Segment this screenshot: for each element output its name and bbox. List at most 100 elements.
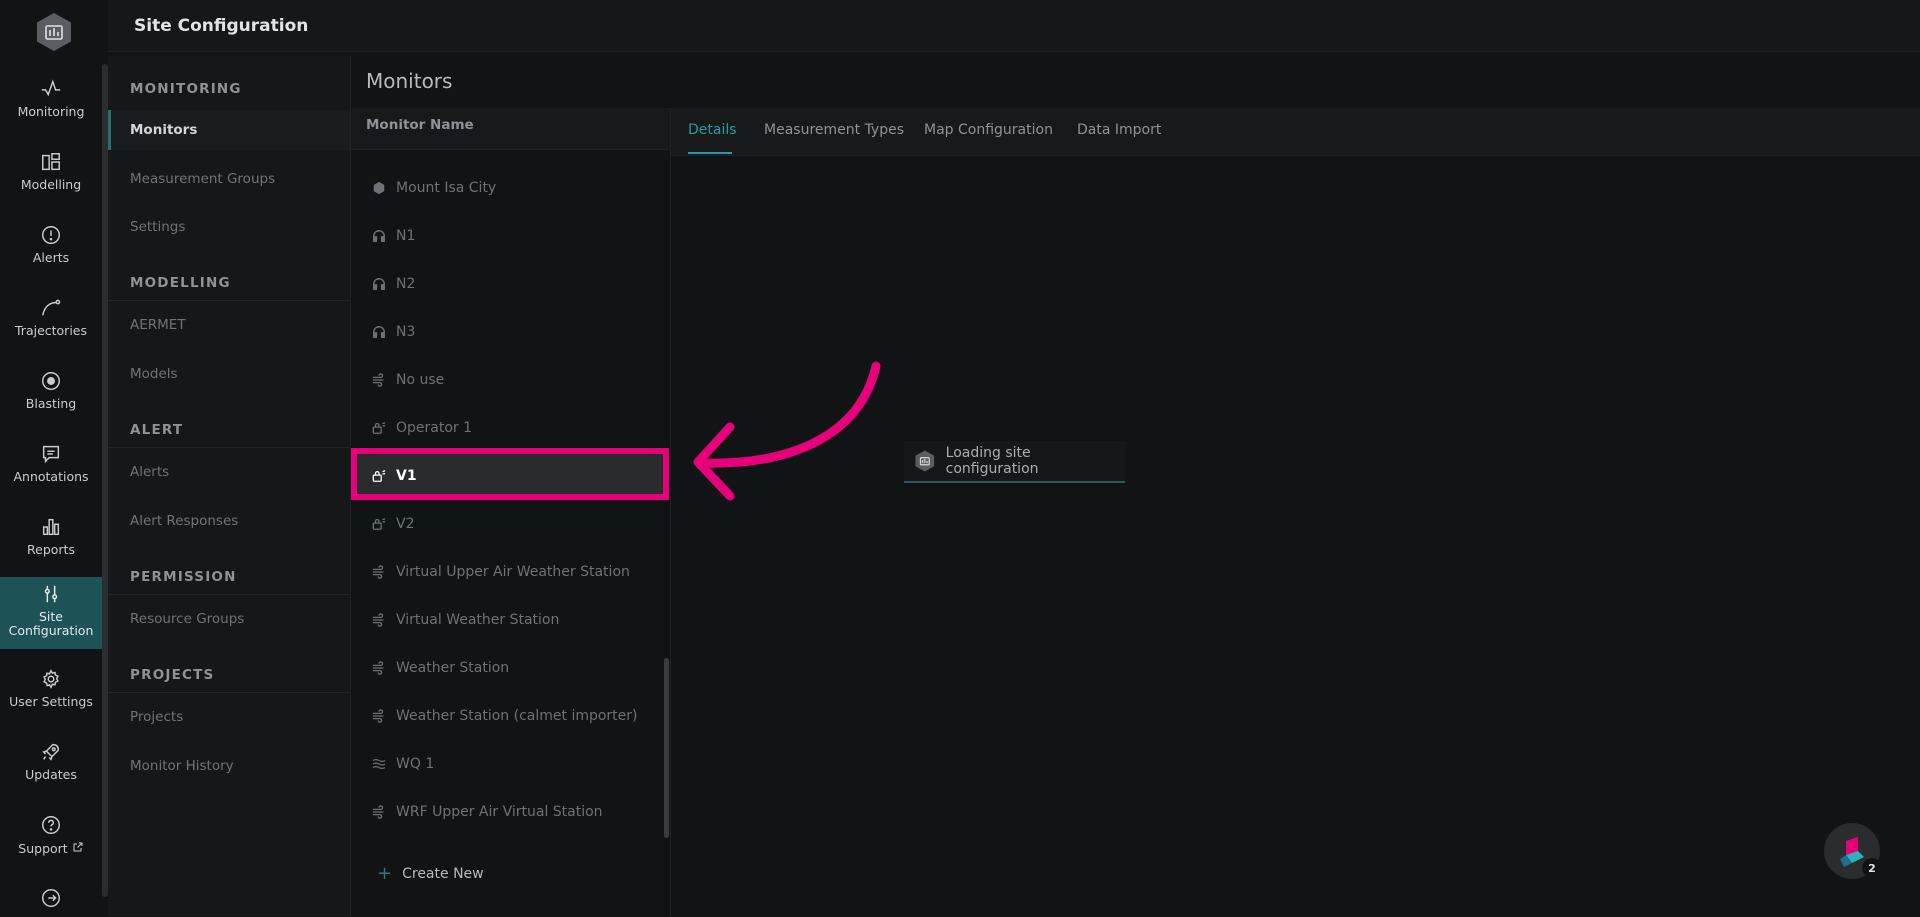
divider (108, 300, 350, 301)
divider (108, 447, 350, 448)
pulse-icon (41, 79, 61, 97)
menu-item-monitor-history[interactable]: Monitor History (108, 746, 350, 786)
menu-item-measurement-groups[interactable]: Measurement Groups (108, 159, 350, 199)
rail-item-label: Support (18, 841, 83, 856)
monitor-list-scrollbar[interactable] (664, 658, 669, 838)
tab-details[interactable]: Details (688, 122, 737, 138)
menu-item-monitors[interactable]: Monitors (108, 110, 350, 150)
headphones-icon (371, 324, 387, 340)
divider (108, 692, 350, 693)
alert-circle-icon (42, 226, 60, 244)
layout-icon (42, 153, 60, 171)
vibration-icon (371, 468, 387, 484)
pointer-arrow-icon (693, 361, 881, 501)
page-title: Site Configuration (134, 16, 309, 36)
rail-item-alerts[interactable]: Alerts (0, 212, 102, 280)
rail-item-monitoring[interactable]: Monitoring (0, 66, 102, 134)
target-icon (42, 372, 60, 390)
rail-item-label: Trajectories (15, 323, 87, 338)
monitor-list-item[interactable]: Weather Station (371, 650, 671, 686)
section-heading-modelling: MODELLING (130, 275, 231, 291)
vibration-icon (371, 516, 387, 532)
monitor-list-item[interactable]: Mount Isa City (371, 170, 671, 206)
create-new-button[interactable]: + Create New (377, 863, 484, 884)
rail-item-label: Blasting (25, 396, 77, 411)
wind-icon (371, 612, 387, 628)
section-heading-alert: ALERT (130, 422, 184, 438)
plus-icon: + (377, 863, 393, 884)
rail-item-label: Modelling (20, 177, 82, 192)
tab-data-import[interactable]: Data Import (1077, 122, 1161, 138)
monitor-list-item[interactable]: Operator 1 (371, 410, 671, 446)
loading-indicator: Loading site configuration (904, 441, 1125, 483)
menu-item-settings[interactable]: Settings (108, 207, 350, 247)
rail-item-logout[interactable] (0, 875, 102, 917)
menu-item-models[interactable]: Models (108, 354, 350, 394)
bar-chart-icon (42, 518, 60, 536)
monitor-list-item[interactable]: WQ 1 (371, 746, 671, 782)
top-bar: Site Configuration (108, 0, 1920, 52)
column-header-monitor-name[interactable]: Monitor Name (366, 117, 474, 133)
monitor-list-item[interactable]: WRF Upper Air Virtual Station (371, 794, 671, 830)
cube-icon (371, 180, 387, 196)
tab-measurement-types[interactable]: Measurement Types (764, 122, 904, 138)
monitor-list-item[interactable]: No use (371, 362, 671, 398)
rail-item-label: User Settings (9, 694, 93, 709)
app-window: Monitoring Modelling Alerts Trajectories… (0, 0, 1920, 917)
vibration-icon (371, 420, 387, 436)
external-link-icon (73, 842, 83, 852)
menu-item-aermet[interactable]: AERMET (108, 305, 350, 345)
wind-icon (371, 804, 387, 820)
monitor-list-item-selected[interactable]: V1 (351, 453, 668, 499)
section-heading-projects: PROJECTS (130, 667, 215, 683)
rail-item-label: Updates (25, 767, 77, 782)
wind-icon (371, 372, 387, 388)
rail-item-annotations[interactable]: Annotations (0, 431, 102, 499)
water-icon (371, 756, 387, 772)
monitors-panel-title: Monitors (366, 69, 453, 93)
monitor-list-item[interactable]: N1 (371, 218, 671, 254)
headphones-icon (371, 228, 387, 244)
monitor-list-item[interactable]: Virtual Upper Air Weather Station (371, 554, 671, 590)
detail-tabs: Details Measurement Types Map Configurat… (671, 108, 1920, 156)
menu-item-alerts[interactable]: Alerts (108, 452, 350, 492)
monitor-list-item[interactable]: Weather Station (calmet importer) (371, 698, 671, 734)
rail-item-label: Annotations (13, 469, 89, 484)
rail-item-trajectories[interactable]: Trajectories (0, 285, 102, 353)
monitor-list-item[interactable]: V2 (371, 506, 671, 542)
divider (108, 594, 350, 595)
comment-icon (42, 445, 60, 464)
active-tab-indicator (688, 152, 732, 154)
monitor-list-item[interactable]: Virtual Weather Station (371, 602, 671, 638)
notification-badge: 2 (1862, 858, 1882, 878)
monitor-list-item[interactable]: N3 (371, 314, 671, 350)
menu-item-resource-groups[interactable]: Resource Groups (108, 599, 350, 639)
site-configuration-menu: MONITORING Monitors Measurement Groups S… (108, 56, 350, 917)
logout-icon (42, 889, 60, 907)
gear-icon (43, 669, 59, 689)
rail-item-site-configuration[interactable]: Site Configuration (0, 577, 102, 649)
sliders-icon (44, 585, 58, 603)
rail-item-label: Alerts (32, 250, 70, 265)
divider (670, 108, 671, 917)
rail-item-modelling[interactable]: Modelling (0, 139, 102, 207)
monitor-list-item[interactable]: N2 (371, 266, 671, 302)
trajectory-icon (42, 299, 61, 316)
rail-item-label: Reports (27, 542, 75, 557)
loading-text: Loading site configuration (945, 445, 1039, 477)
wind-icon (371, 564, 387, 580)
tab-map-configuration[interactable]: Map Configuration (924, 122, 1053, 138)
rail-item-support[interactable]: Support (0, 802, 102, 870)
app-logo-icon[interactable] (35, 12, 73, 52)
wind-icon (371, 660, 387, 676)
rail-item-updates[interactable]: Updates (0, 729, 102, 797)
rail-item-user-settings[interactable]: User Settings (0, 656, 102, 724)
menu-item-alert-responses[interactable]: Alert Responses (108, 501, 350, 541)
monitor-list: Mount Isa City N1 N2 N3 No use Operator … (351, 150, 671, 917)
menu-item-projects[interactable]: Projects (108, 697, 350, 737)
rail-item-label: Site Configuration (8, 609, 94, 638)
help-circle-icon (42, 816, 60, 834)
section-heading-monitoring: MONITORING (130, 81, 242, 97)
rail-item-blasting[interactable]: Blasting (0, 358, 102, 426)
rail-item-reports[interactable]: Reports (0, 504, 102, 572)
